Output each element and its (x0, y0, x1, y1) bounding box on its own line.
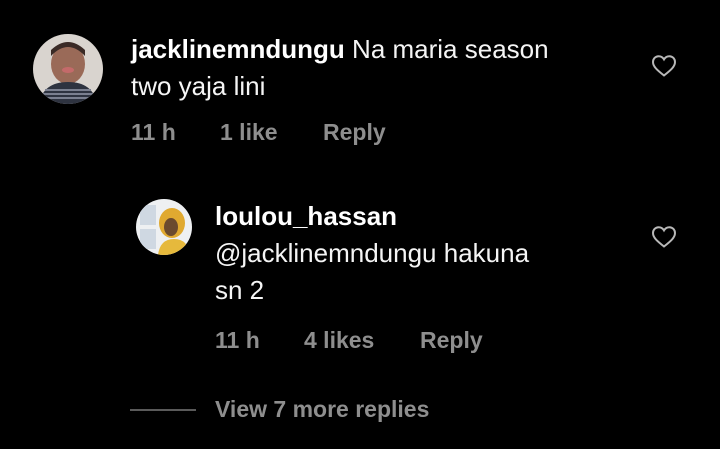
reply-time: 11 h (215, 327, 260, 353)
reply-reply-button[interactable]: Reply (420, 327, 483, 354)
comment-username[interactable]: jacklinemndungu (131, 34, 345, 64)
heart-outline-icon[interactable] (651, 225, 677, 249)
reply-text-line2: sn 2 (215, 275, 265, 305)
reply-text-line1: @jacklinemndungu hakuna (215, 238, 530, 268)
comment-time: 11 h (131, 119, 176, 145)
comment-likes[interactable]: 1 like (220, 119, 278, 146)
reply-username[interactable]: loulou_hassan (215, 198, 635, 235)
comment-text-line2: two yaja lini (131, 71, 266, 101)
view-more-divider (130, 409, 196, 411)
comment-text-line1: Na maria season (352, 34, 549, 64)
heart-outline-icon[interactable] (651, 54, 677, 78)
reply-body: loulou_hassan @jacklinemndungu hakuna sn… (215, 198, 635, 309)
view-more-replies-button[interactable]: View 7 more replies (215, 396, 429, 423)
comment-body: jacklinemndungu Na maria season two yaja… (131, 31, 631, 105)
comment-reply-button[interactable]: Reply (323, 119, 386, 146)
avatar[interactable] (33, 34, 103, 104)
avatar[interactable] (136, 199, 192, 255)
reply-likes[interactable]: 4 likes (304, 327, 374, 354)
